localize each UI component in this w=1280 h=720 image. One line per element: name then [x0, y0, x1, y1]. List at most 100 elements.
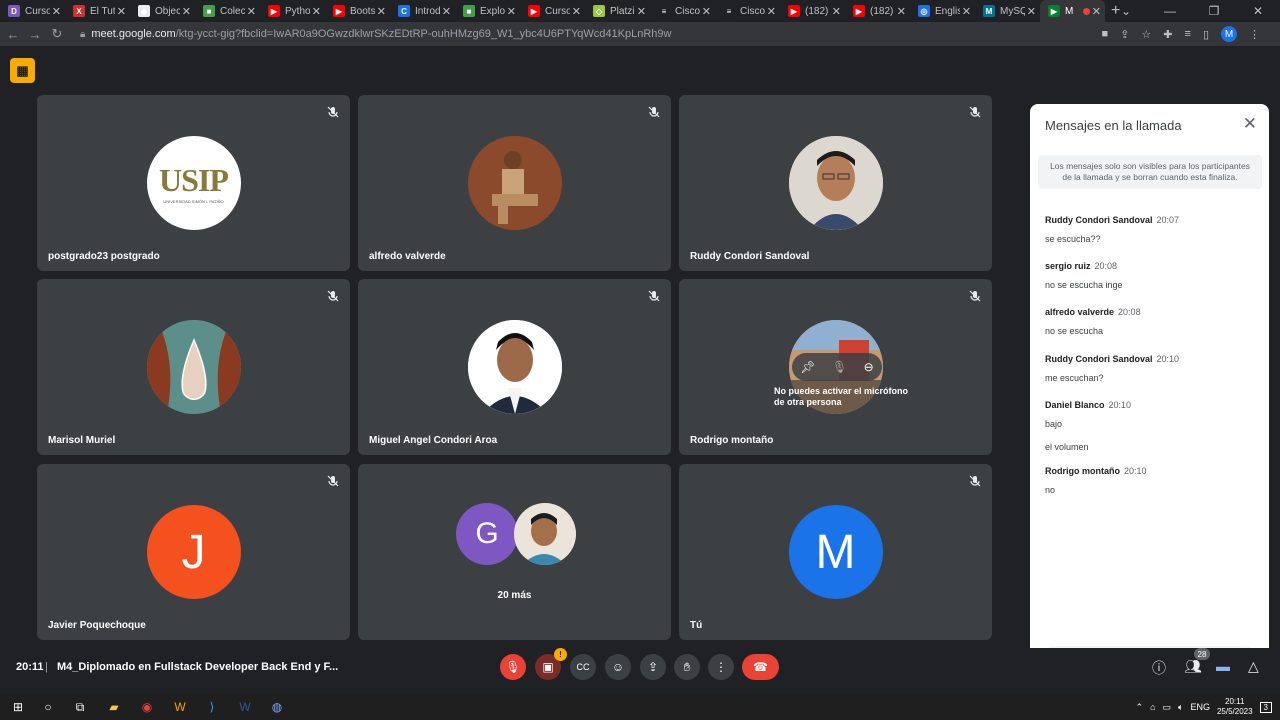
tab-close-icon[interactable]: ✕: [1092, 5, 1101, 18]
tab-close-icon[interactable]: ✕: [247, 5, 256, 18]
camera-permission-icon[interactable]: ■: [1102, 28, 1109, 40]
browser-tab[interactable]: C Introd ✕: [390, 0, 455, 22]
participant-tile-hovered[interactable]: 📌︎ 🎙︎ ⊖ No puedes activar el micrófono d…: [679, 279, 992, 455]
remove-participant-icon[interactable]: ⊖: [864, 360, 874, 374]
volume-icon[interactable]: 🔈︎: [1178, 702, 1183, 713]
back-icon[interactable]: ←: [4, 27, 22, 42]
wamp-icon[interactable]: W: [170, 697, 190, 717]
tab-favicon-icon: ◆: [138, 5, 150, 17]
tab-close-icon[interactable]: ✕: [702, 5, 711, 18]
browser-tab[interactable]: ■ Colec ✕: [195, 0, 260, 22]
restore-icon[interactable]: ❐: [1192, 4, 1236, 18]
letter-avatar: J: [146, 505, 241, 599]
tab-close-icon[interactable]: ✕: [1027, 5, 1036, 18]
browser-tab[interactable]: ◎ Englis ✕: [910, 0, 975, 22]
browser-tab[interactable]: ■ Explor✕: [455, 0, 520, 22]
raise-hand-button[interactable]: ✋︎: [674, 654, 700, 680]
browser-tab[interactable]: ▶ (182) ✕: [780, 0, 845, 22]
more-options-button[interactable]: ⋮: [708, 654, 734, 680]
people-icon[interactable]: 👥︎: [1184, 658, 1202, 675]
self-tile[interactable]: M Tú: [679, 464, 992, 640]
man-in-suit-photo: [467, 136, 562, 230]
bookmark-star-icon[interactable]: ☆: [1141, 28, 1151, 41]
task-view-icon[interactable]: ⧉: [70, 697, 90, 717]
mic-off-icon: 🎙︎: [505, 660, 521, 674]
notifications-count[interactable]: 3: [1259, 701, 1272, 713]
side-panel-icon[interactable]: ▯: [1203, 28, 1209, 41]
minimize-icon[interactable]: —: [1148, 4, 1192, 18]
participant-tile[interactable]: J Javier Poquechoque: [37, 464, 350, 640]
forward-icon[interactable]: →: [26, 27, 44, 42]
participant-tile[interactable]: Marisol Muriel: [37, 279, 350, 455]
tab-close-icon[interactable]: ✕: [507, 5, 516, 18]
tab-close-icon[interactable]: ✕: [182, 5, 191, 18]
leave-call-button[interactable]: ☎︎: [742, 654, 779, 680]
browser-tab[interactable]: M MySQ ✕: [975, 0, 1040, 22]
recording-indicator-icon[interactable]: ▦: [10, 58, 35, 83]
tab-close-icon[interactable]: ✕: [52, 5, 61, 18]
tab-close-icon[interactable]: ✕: [312, 5, 321, 18]
taskbar-clock[interactable]: 20:11 25/5/2023: [1217, 697, 1253, 717]
reactions-button[interactable]: ☺: [605, 654, 631, 680]
share-icon[interactable]: ⇪: [1120, 28, 1129, 41]
tab-close-icon[interactable]: ✕: [962, 5, 971, 18]
browser-tab[interactable]: ◇ Platzi ✕: [585, 0, 650, 22]
search-icon[interactable]: ○: [38, 697, 58, 717]
tray-expand-icon[interactable]: ⌃: [1136, 702, 1144, 713]
participant-tile[interactable]: Ruddy Condori Sandoval: [679, 95, 992, 271]
tab-close-icon[interactable]: ✕: [637, 5, 646, 18]
app-icon[interactable]: ◍: [267, 697, 287, 717]
input-language[interactable]: ENG: [1190, 702, 1210, 712]
media-list-icon[interactable]: ≡: [1185, 28, 1191, 40]
tab-close-icon[interactable]: ✕: [442, 5, 451, 18]
tab-close-icon[interactable]: ✕: [117, 5, 126, 18]
battery-icon[interactable]: ▭: [1163, 702, 1172, 713]
camera-toggle-button[interactable]: ▣ !: [535, 648, 567, 680]
browser-tab[interactable]: ▶ Pytho ✕: [260, 0, 325, 22]
browser-tab[interactable]: ▶ Boots ✕: [325, 0, 390, 22]
browser-tab[interactable]: D Curso ✕: [0, 0, 65, 22]
tab-label: Curso: [25, 5, 50, 17]
more-participants-tile[interactable]: G 20 más: [358, 464, 671, 640]
tab-close-icon[interactable]: ✕: [897, 5, 906, 18]
participant-tile[interactable]: USIP UNIVERSIDAD SIMÓN I. PATIÑO postgra…: [37, 95, 350, 271]
network-icon[interactable]: ⌂: [1150, 702, 1155, 712]
browser-tab[interactable]: ◆ Objec ✕: [130, 0, 195, 22]
close-icon[interactable]: ✕: [1243, 114, 1257, 134]
window-close-icon[interactable]: ✕: [1236, 4, 1280, 18]
browser-menu-icon[interactable]: ⋮: [1249, 28, 1260, 41]
url-field[interactable]: 🔒︎ meet.google.com /ktg-ycct-gig?fbclid=…: [80, 28, 671, 40]
participant-tile[interactable]: alfredo valverde: [358, 95, 671, 271]
chat-icon[interactable]: ▬: [1216, 658, 1230, 674]
vscode-icon[interactable]: ⟩: [202, 697, 222, 717]
browser-tab-active[interactable]: ▶ M ✕: [1040, 0, 1105, 22]
profile-avatar[interactable]: M: [1221, 26, 1237, 42]
meeting-info-icon[interactable]: ⓘ: [1152, 658, 1166, 678]
browser-tab[interactable]: ≡ Cisco ✕: [650, 0, 715, 22]
tab-close-icon[interactable]: ✕: [377, 5, 386, 18]
chrome-icon[interactable]: ◉: [137, 697, 157, 717]
chat-message: alfredo valverde 20:08 no se escucha: [1045, 302, 1255, 336]
participant-tile[interactable]: Miguel Angel Condori Aroa: [358, 279, 671, 455]
participant-photo-avatar: [514, 503, 576, 565]
tab-search-icon[interactable]: ⌄: [1104, 4, 1148, 18]
extensions-icon[interactable]: ✚: [1163, 28, 1172, 41]
tab-close-icon[interactable]: ✕: [767, 5, 776, 18]
browser-tab[interactable]: X El Tut ✕: [65, 0, 130, 22]
pin-icon[interactable]: 📌︎: [800, 360, 815, 374]
activities-icon[interactable]: △: [1248, 658, 1259, 675]
mic-tooltip-line2: de otra persona: [774, 397, 842, 407]
tab-close-icon[interactable]: ✕: [572, 5, 581, 18]
browser-tab[interactable]: ▶ Curso ✕: [520, 0, 585, 22]
mute-participant-icon[interactable]: 🎙︎: [832, 360, 847, 374]
captions-button[interactable]: CC: [570, 654, 596, 680]
present-button[interactable]: ⇪: [640, 654, 666, 680]
word-icon[interactable]: W: [235, 697, 255, 717]
reload-icon[interactable]: ↻: [48, 26, 66, 42]
file-explorer-icon[interactable]: ▰: [104, 697, 124, 717]
mic-toggle-button[interactable]: 🎙︎: [500, 654, 526, 680]
browser-tab[interactable]: ≡ Cisco ✕: [715, 0, 780, 22]
tab-close-icon[interactable]: ✕: [832, 5, 841, 18]
windows-start-icon[interactable]: ⊞: [8, 697, 28, 717]
browser-tab[interactable]: ▶ (182) ✕: [845, 0, 910, 22]
